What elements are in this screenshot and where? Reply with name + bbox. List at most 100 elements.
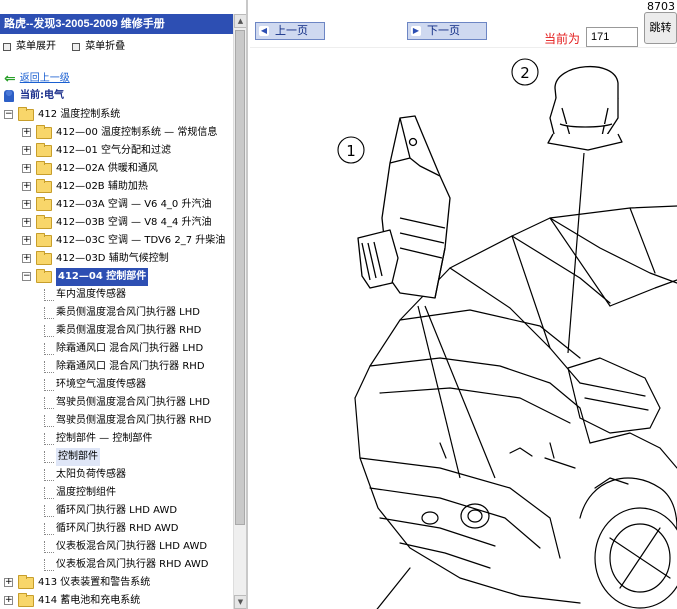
component-1-sensor (357, 115, 451, 299)
collapse-menu-label: 菜单折叠 (85, 41, 126, 52)
tree-folder-item[interactable]: +414 蓄电池和充电系统 (0, 592, 233, 609)
tree-item-label: 乘员侧温度混合风门执行器 LHD (56, 307, 200, 318)
tree-document-item[interactable]: 循环风门执行器 LHD AWD (0, 502, 233, 520)
tree-connector-icon (44, 379, 54, 391)
tree-item-label: 412—01 空气分配和过滤 (56, 145, 171, 156)
tree-folder-item[interactable]: +412—00 温度控制系统 — 常规信息 (0, 124, 233, 142)
component-illustration: 1 2 (337, 58, 677, 609)
tree-item-label: 412—00 温度控制系统 — 常规信息 (56, 127, 218, 138)
tree-folder-item[interactable]: − 412—04 控制部件 (0, 268, 233, 286)
expand-node-icon[interactable]: + (4, 596, 13, 605)
folder-icon (36, 233, 52, 247)
tree-document-item[interactable]: 乘员侧温度混合风门执行器 LHD (0, 304, 233, 322)
tree-folder-item[interactable]: +412—03B 空调 — V8 4_4 升汽油 (0, 214, 233, 232)
folder-icon (18, 593, 34, 607)
collapse-node-icon[interactable]: − (22, 272, 31, 281)
tree-item-label: 驾驶员侧温度混合风门执行器 RHD (56, 415, 212, 426)
tree-item-label: 仪表板混合风门执行器 LHD AWD (56, 541, 208, 552)
collapse-menu-button[interactable]: 菜单折叠 (72, 38, 125, 56)
manual-title: 路虎--发现3-2005-2009 维修手册 (0, 14, 233, 34)
leader-line-2 (567, 152, 585, 354)
jump-button[interactable]: 跳转 (644, 12, 677, 44)
expand-node-icon[interactable]: + (22, 164, 31, 173)
back-arrow-icon: ⇐ (4, 71, 16, 87)
tree-connector-icon (44, 415, 54, 427)
hood-outline (369, 357, 591, 444)
tree-connector-icon (44, 289, 54, 301)
folder-icon (36, 161, 52, 175)
page-number-input[interactable] (586, 27, 638, 47)
headlight-outline (460, 503, 490, 529)
tree-item-label: 412 温度控制系统 (38, 109, 121, 120)
back-link[interactable]: 返回上一级 (20, 72, 70, 86)
tree-document-item[interactable]: 车内温度传感器 (0, 286, 233, 304)
tree-document-item[interactable]: 仪表板混合风门执行器 LHD AWD (0, 538, 233, 556)
tree-document-item[interactable]: 仪表板混合风门执行器 RHD AWD (0, 556, 233, 574)
tree-document-item[interactable]: 控制部件 — 控制部件 (0, 430, 233, 448)
tree-connector-icon (44, 451, 54, 463)
tree-item-label: 环境空气温度传感器 (56, 379, 146, 390)
tree-document-item[interactable]: 驾驶员侧温度混合风门执行器 RHD (0, 412, 233, 430)
tree-scrollbar[interactable]: ▲ ▼ (233, 14, 246, 609)
tree-item-label: 太阳负荷传感器 (56, 469, 126, 480)
expand-node-icon[interactable]: + (22, 200, 31, 209)
content-panel: 8703 ◀ 上一页 ▶ 下一页 当前为 跳转 (250, 0, 677, 609)
expand-node-icon[interactable]: + (22, 128, 31, 137)
expand-node-icon[interactable]: + (22, 254, 31, 263)
folder-icon (18, 107, 34, 121)
tree-item-label: 除霜通风口 混合风门执行器 LHD (56, 343, 204, 354)
expand-node-icon[interactable]: + (22, 236, 31, 245)
tree-document-item[interactable]: 驾驶员侧温度混合风门执行器 LHD (0, 394, 233, 412)
expand-node-icon[interactable]: + (22, 218, 31, 227)
collapse-icon (72, 43, 81, 51)
tree-document-item[interactable]: 太阳负荷传感器 (0, 466, 233, 484)
navigation-panel: 路虎--发现3-2005-2009 维修手册 菜单展开 菜单折叠 ⇐ 返回上一级… (0, 0, 248, 609)
tree-document-item[interactable]: 环境空气温度传感器 (0, 376, 233, 394)
tree-folder-item[interactable]: +412—03A 空调 — V6 4_0 升汽油 (0, 196, 233, 214)
tree-document-item[interactable]: 乘员侧温度混合风门执行器 RHD (0, 322, 233, 340)
tree-document-item[interactable]: 除霜通风口 混合风门执行器 LHD (0, 340, 233, 358)
tree-folder-item[interactable]: +412—02B 辅助加热 (0, 178, 233, 196)
tree-folder-item[interactable]: +412—03D 辅助气候控制 (0, 250, 233, 268)
expand-node-icon[interactable]: + (22, 146, 31, 155)
tree-document-item[interactable]: 循环风门执行器 RHD AWD (0, 520, 233, 538)
prev-page-button[interactable]: ◀ 上一页 (255, 22, 325, 40)
prev-arrow-icon: ◀ (259, 26, 269, 36)
tree-item-label: 414 蓄电池和充电系统 (38, 595, 141, 606)
tree-folder-item[interactable]: − 412 温度控制系统 (0, 106, 233, 124)
wheel-arch-outline (589, 432, 677, 469)
folder-icon (36, 215, 52, 229)
leader-line-1 (417, 305, 461, 479)
grille-outline (359, 457, 561, 559)
tree-document-item[interactable]: 控制部件 (0, 448, 233, 466)
tree-item-label: 控制部件 (56, 448, 100, 466)
expand-node-icon[interactable]: + (4, 578, 13, 587)
tree-item-label: 循环风门执行器 LHD AWD (56, 505, 178, 516)
tree-document-item[interactable]: 除霜通风口 混合风门执行器 RHD (0, 358, 233, 376)
scroll-thumb[interactable] (235, 30, 245, 525)
tree-folder-item[interactable]: +413 仪表装置和警告系统 (0, 574, 233, 592)
tree-item-label: 控制部件 — 控制部件 (56, 433, 153, 444)
expand-node-icon[interactable]: + (22, 182, 31, 191)
next-page-button[interactable]: ▶ 下一页 (407, 22, 487, 40)
tree-folder-item[interactable]: +412—02A 供暖和通风 (0, 160, 233, 178)
tree-connector-icon (44, 361, 54, 373)
tree-item-label: 除霜通风口 混合风门执行器 RHD (56, 361, 205, 372)
scroll-down-icon[interactable]: ▼ (234, 595, 246, 609)
expand-icon (3, 43, 11, 51)
scroll-up-icon[interactable]: ▲ (234, 14, 246, 28)
current-location-label: 当前:电气 (20, 90, 64, 101)
tree-folder-item[interactable]: +412—01 空气分配和过滤 (0, 142, 233, 160)
tree-item-label: 乘员侧温度混合风门执行器 RHD (56, 325, 202, 336)
expand-menu-button[interactable]: 菜单展开 (3, 38, 56, 56)
tree-item-label: 412—04 控制部件 (56, 268, 149, 286)
tree-connector-icon (44, 397, 54, 409)
folder-icon (36, 269, 52, 283)
chapter-tree: −412 温度控制系统 +412—00 温度控制系统 — 常规信息 +412—01 … (0, 106, 233, 609)
tree-item-label: 仪表板混合风门执行器 RHD AWD (56, 559, 209, 570)
folder-icon (18, 575, 34, 589)
tree-folder-item[interactable]: +412—03C 空调 — TDV6 2_7 升柴油 (0, 232, 233, 250)
tree-document-item[interactable]: 温度控制组件 (0, 484, 233, 502)
collapse-node-icon[interactable]: − (4, 110, 13, 119)
folder-icon (36, 251, 52, 265)
